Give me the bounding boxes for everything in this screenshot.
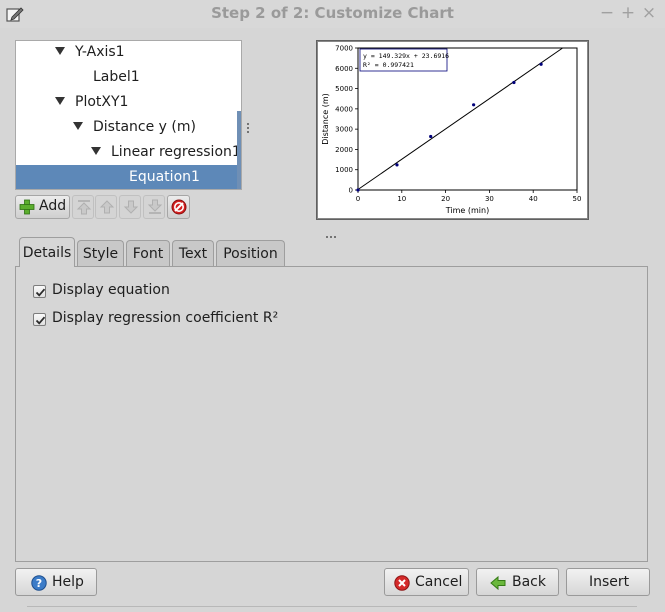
tree-item-linear-regression1[interactable]: Linear regression1 (91, 140, 241, 165)
tree-item-label1[interactable]: Label1 (93, 65, 140, 90)
y-axis-label: Distance (m) (321, 93, 330, 145)
cancel-button[interactable]: Cancel (384, 568, 469, 596)
tree-item-plotxy1[interactable]: PlotXY1 (55, 90, 128, 115)
tab-font[interactable]: Font (126, 240, 170, 266)
y-tick-label: 6000 (335, 65, 353, 73)
tab-text[interactable]: Text (172, 240, 214, 266)
vertical-splitter-handle[interactable] (246, 122, 250, 134)
add-button-label: Add (39, 198, 67, 214)
svg-text:?: ? (36, 577, 42, 590)
move-down-button[interactable] (119, 195, 141, 219)
move-bottom-button[interactable] (143, 195, 165, 219)
x-tick-label: 50 (573, 195, 582, 203)
tab-details[interactable]: Details (19, 237, 75, 267)
tree-item-equation1[interactable]: Equation1 (129, 165, 200, 189)
y-tick-label: 3000 (335, 126, 353, 134)
tree-scrollbar[interactable] (237, 111, 241, 189)
move-top-icon (76, 199, 92, 219)
help-button[interactable]: ? Help (15, 568, 97, 596)
data-point (395, 163, 399, 167)
x-tick-label: 40 (529, 195, 538, 203)
cancel-icon (394, 574, 410, 600)
move-up-icon (99, 199, 115, 219)
move-up-button[interactable] (95, 195, 117, 219)
back-arrow-icon (490, 574, 506, 600)
move-down-icon (123, 199, 139, 219)
horizontal-splitter-handle[interactable] (325, 227, 337, 238)
checkmark-icon (35, 288, 46, 297)
back-button[interactable]: Back (476, 568, 559, 596)
delete-icon (171, 199, 187, 219)
display-r2-label: Display regression coefficient R² (52, 310, 279, 326)
expand-triangle-icon[interactable] (55, 47, 65, 55)
minimize-button[interactable]: − (598, 4, 616, 22)
insert-button[interactable]: Insert (566, 568, 650, 596)
add-button[interactable]: Add (15, 195, 70, 219)
chart-svg: 0 10 20 30 40 50 0 1000 2000 3000 4000 5000 6000 7000… (321, 45, 582, 216)
delete-button[interactable] (167, 195, 190, 219)
window-title: Step 2 of 2: Customize Chart (211, 4, 454, 22)
bottom-separator (27, 606, 637, 607)
checkmark-icon (35, 316, 46, 325)
data-point (472, 103, 476, 107)
tab-position[interactable]: Position (216, 240, 285, 266)
chart-preview: 0 10 20 30 40 50 0 1000 2000 3000 4000 5000 6000 7000… (316, 40, 589, 220)
display-r2-checkbox[interactable] (33, 313, 46, 326)
y-tick-label: 7000 (335, 45, 353, 53)
move-top-button[interactable] (72, 195, 94, 219)
display-equation-checkbox[interactable] (33, 285, 46, 298)
data-point (429, 134, 433, 139)
y-tick-label: 0 (349, 187, 353, 195)
y-tick-label: 5000 (335, 85, 353, 93)
tab-style[interactable]: Style (77, 240, 124, 266)
close-button[interactable]: × (640, 4, 658, 22)
expand-triangle-icon[interactable] (73, 122, 83, 130)
chart-element-tree[interactable]: Y-Axis1 Label1 PlotXY1 Distance y (m) Li… (15, 40, 242, 190)
display-equation-label: Display equation (52, 282, 170, 298)
help-icon: ? (31, 574, 47, 600)
r2-text: R² = 0.997421 (363, 61, 414, 69)
data-point (512, 80, 516, 85)
x-tick-label: 10 (397, 195, 406, 203)
x-tick-label: 30 (485, 195, 494, 203)
x-tick-label: 20 (441, 195, 450, 203)
tree-item-y-axis1[interactable]: Y-Axis1 (55, 41, 125, 65)
y-tick-label: 1000 (335, 166, 353, 174)
y-tick-label: 2000 (335, 146, 353, 154)
x-axis-label: Time (min) (445, 206, 489, 215)
move-bottom-icon (147, 199, 163, 219)
y-tick-label: 4000 (335, 105, 353, 113)
data-point (356, 188, 360, 192)
x-tick-label: 0 (356, 195, 360, 203)
equation-text: y = 149.329x + 23.6916 (363, 52, 449, 60)
data-point (539, 62, 543, 66)
expand-triangle-icon[interactable] (55, 97, 65, 105)
expand-triangle-icon[interactable] (91, 147, 101, 155)
maximize-button[interactable]: + (619, 4, 637, 22)
tree-item-distance-y[interactable]: Distance y (m) (73, 115, 196, 140)
add-icon (19, 199, 35, 219)
